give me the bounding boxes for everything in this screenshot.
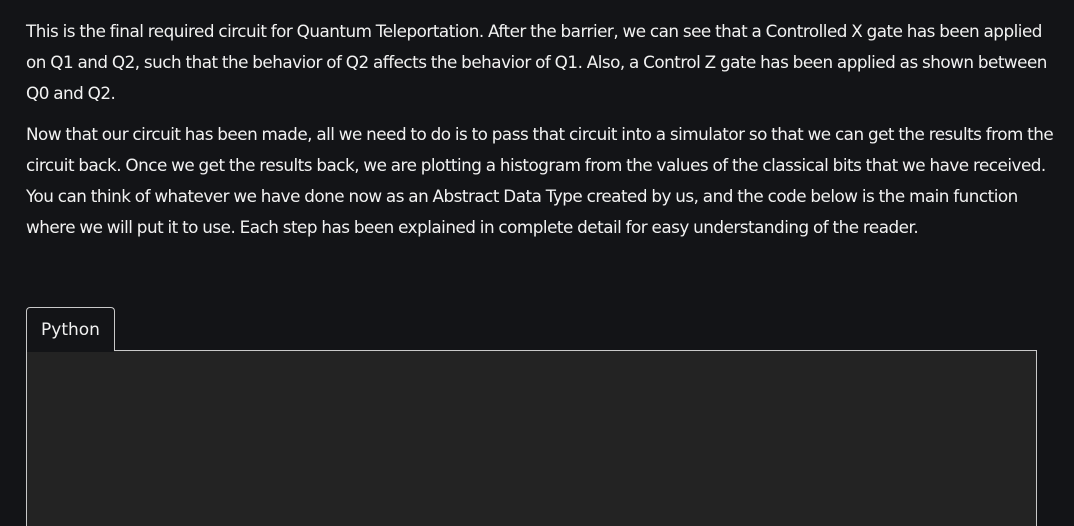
tab-python[interactable]: Python: [26, 307, 115, 351]
article-body: This is the final required circuit for Q…: [26, 16, 1056, 253]
paragraph-circuit-description: This is the final required circuit for Q…: [26, 21, 1047, 103]
paragraph-simulation-description: Now that our circuit has been made, all …: [26, 124, 1054, 237]
code-area[interactable]: [26, 350, 1037, 526]
tab-connector: [27, 349, 114, 352]
code-block: Python: [26, 307, 1037, 526]
